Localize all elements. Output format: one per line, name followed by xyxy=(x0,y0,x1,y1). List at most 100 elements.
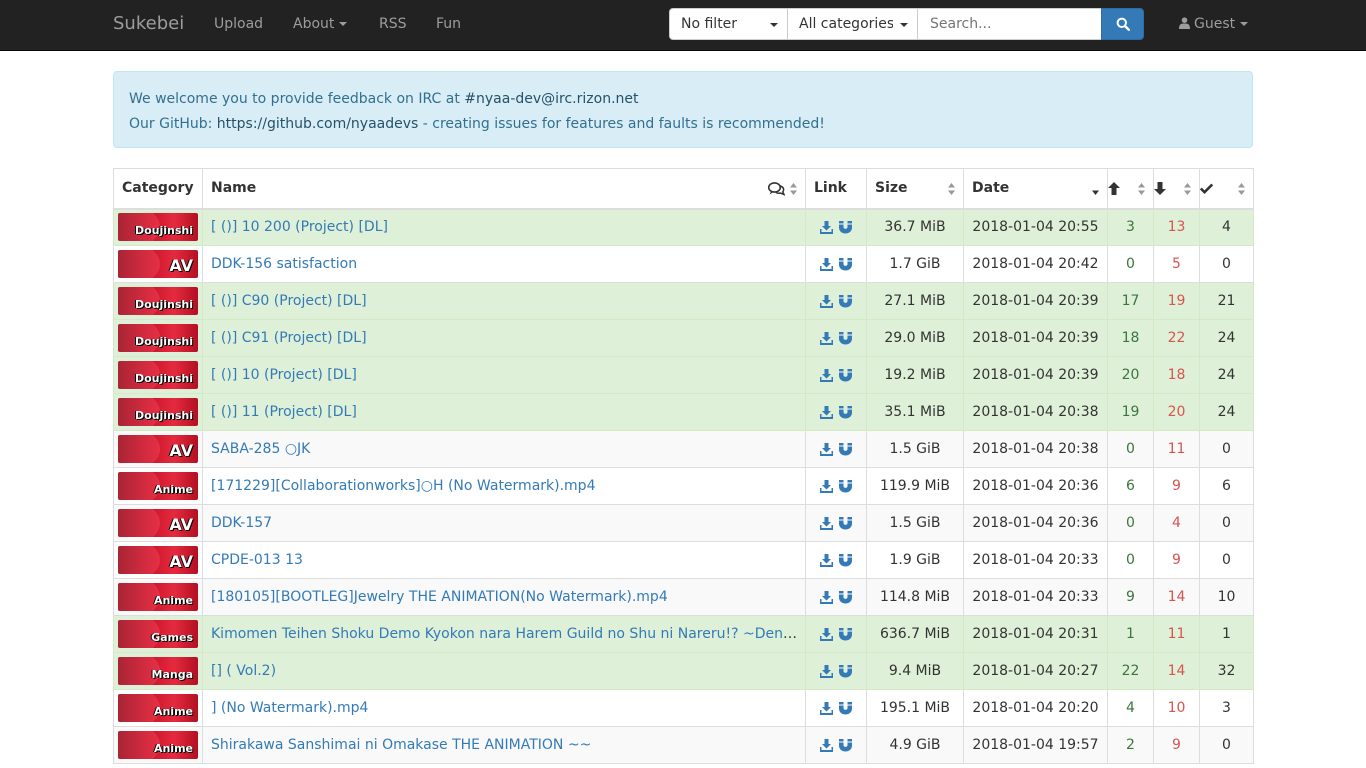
download-icon[interactable] xyxy=(820,294,833,308)
category-badge[interactable]: Doujinshi xyxy=(118,213,198,242)
category-badge[interactable]: Anime xyxy=(118,472,198,500)
category-badge[interactable]: Doujinshi xyxy=(118,398,198,426)
magnet-icon[interactable] xyxy=(839,590,852,604)
sort-desc-icon[interactable] xyxy=(1092,183,1099,195)
user-menu-label: Guest xyxy=(1194,16,1236,32)
sort-icon[interactable] xyxy=(1184,183,1191,195)
header-date[interactable]: Date xyxy=(963,168,1108,210)
link-cell xyxy=(805,430,867,468)
torrent-link[interactable]: [ ()] 11 (Project) [DL] xyxy=(211,404,357,420)
navbar: Sukebei Upload About RSS Fun No filter A… xyxy=(0,0,1366,51)
magnet-icon[interactable] xyxy=(839,442,852,456)
leechers-cell: 9 xyxy=(1153,541,1200,579)
category-badge[interactable]: Anime xyxy=(118,731,198,759)
nav-rss[interactable]: RSS xyxy=(379,16,407,32)
leechers-cell: 18 xyxy=(1153,356,1200,394)
category-badge[interactable]: Games xyxy=(118,620,198,648)
torrent-link[interactable]: [180105][BOOTLEG]Jewelry THE ANIMATION(N… xyxy=(211,589,668,605)
header-name[interactable]: Name xyxy=(202,168,806,210)
brand-logo[interactable]: Sukebei xyxy=(113,13,184,34)
torrent-link[interactable]: [ ()] C90 (Project) [DL] xyxy=(211,293,367,309)
header-leechers[interactable] xyxy=(1153,168,1200,210)
torrent-link[interactable]: CPDE-013 13 xyxy=(211,552,303,568)
magnet-icon[interactable] xyxy=(839,368,852,382)
magnet-icon[interactable] xyxy=(839,294,852,308)
download-icon[interactable] xyxy=(820,479,833,493)
header-category[interactable]: Category xyxy=(113,168,203,210)
download-icon[interactable] xyxy=(820,738,833,752)
nav-upload[interactable]: Upload xyxy=(214,16,263,32)
github-link[interactable]: https://github.com/nyaadevs xyxy=(217,116,419,132)
torrent-link[interactable]: Shirakawa Sanshimai ni Omakase THE ANIMA… xyxy=(211,737,591,753)
table-header-row: Category Name Link Size Date xyxy=(113,168,1254,210)
nav-about[interactable]: About xyxy=(293,16,348,32)
torrent-link[interactable]: DDK-157 xyxy=(211,515,272,531)
category-badge[interactable]: Anime xyxy=(118,583,198,611)
torrent-link[interactable]: [ ()] C91 (Project) [DL] xyxy=(211,330,367,346)
sort-icon[interactable] xyxy=(948,183,955,195)
magnet-icon[interactable] xyxy=(839,553,852,567)
category-badge[interactable]: Doujinshi xyxy=(118,287,198,315)
torrent-link[interactable]: [ ()] 10 200 (Project) [DL] xyxy=(211,219,388,235)
date-cell: 2018-01-04 20:55 xyxy=(963,208,1108,246)
header-seeders[interactable] xyxy=(1107,168,1154,210)
torrent-link[interactable]: SABA-285 ○JK xyxy=(211,441,310,457)
magnet-icon[interactable] xyxy=(839,331,852,345)
category-badge[interactable]: AV xyxy=(118,250,198,278)
download-icon[interactable] xyxy=(820,553,833,567)
category-badge[interactable]: AV xyxy=(118,546,198,574)
magnet-icon[interactable] xyxy=(839,627,852,641)
torrent-link[interactable]: Kimomen Teihen Shoku Demo Kyokon nara Ha… xyxy=(211,626,805,642)
nav-fun[interactable]: Fun xyxy=(436,16,461,32)
irc-link[interactable]: #nyaa-dev@irc.rizon.net xyxy=(464,91,638,107)
torrent-link[interactable]: DDK-156 satisfaction xyxy=(211,256,357,272)
download-icon[interactable] xyxy=(820,220,833,234)
download-icon[interactable] xyxy=(820,368,833,382)
arrow-up-icon xyxy=(1108,181,1120,195)
magnet-icon[interactable] xyxy=(839,738,852,752)
category-badge[interactable]: Doujinshi xyxy=(118,361,198,389)
torrent-link[interactable]: [ ()] 10 (Project) [DL] xyxy=(211,367,357,383)
download-icon[interactable] xyxy=(820,257,833,271)
magnet-icon[interactable] xyxy=(839,479,852,493)
category-badge[interactable]: AV xyxy=(118,435,198,463)
user-menu[interactable]: Guest xyxy=(1179,16,1249,32)
category-label: AV xyxy=(169,441,193,460)
search-button[interactable] xyxy=(1101,8,1144,40)
category-badge[interactable]: Doujinshi xyxy=(118,324,198,352)
torrent-link[interactable]: [171229][Collaborationworks]○H (No Water… xyxy=(211,478,595,494)
magnet-icon[interactable] xyxy=(839,701,852,715)
download-icon[interactable] xyxy=(820,627,833,641)
comments-icon[interactable] xyxy=(768,182,785,196)
date-cell: 2018-01-04 20:39 xyxy=(963,319,1108,357)
download-icon[interactable] xyxy=(820,664,833,678)
magnet-icon[interactable] xyxy=(839,664,852,678)
download-icon[interactable] xyxy=(820,405,833,419)
sort-icon[interactable] xyxy=(1138,183,1145,195)
download-icon[interactable] xyxy=(820,331,833,345)
category-select[interactable]: All categories xyxy=(787,8,918,40)
sort-icon[interactable] xyxy=(790,183,797,195)
header-link: Link xyxy=(805,168,867,210)
filter-select[interactable]: No filter xyxy=(669,8,788,40)
magnet-icon[interactable] xyxy=(839,516,852,530)
torrent-link[interactable]: [] ( Vol.2) xyxy=(211,663,276,679)
download-icon[interactable] xyxy=(820,701,833,715)
magnet-icon[interactable] xyxy=(839,405,852,419)
category-badge[interactable]: AV xyxy=(118,509,198,537)
download-icon[interactable] xyxy=(820,516,833,530)
name-cell: CPDE-013 13 xyxy=(202,541,806,579)
magnet-icon[interactable] xyxy=(839,220,852,234)
category-badge[interactable]: Anime xyxy=(118,694,198,722)
category-badge[interactable]: Manga xyxy=(118,657,198,685)
download-icon[interactable] xyxy=(820,442,833,456)
link-cell xyxy=(805,689,867,727)
sort-icon[interactable] xyxy=(1238,183,1245,195)
magnet-icon[interactable] xyxy=(839,257,852,271)
download-icon[interactable] xyxy=(820,590,833,604)
seeders-cell: 6 xyxy=(1107,467,1154,505)
header-size[interactable]: Size xyxy=(866,168,964,210)
search-input[interactable] xyxy=(917,8,1102,40)
header-completed[interactable] xyxy=(1199,168,1254,210)
torrent-link[interactable]: ] (No Watermark).mp4 xyxy=(211,700,368,716)
